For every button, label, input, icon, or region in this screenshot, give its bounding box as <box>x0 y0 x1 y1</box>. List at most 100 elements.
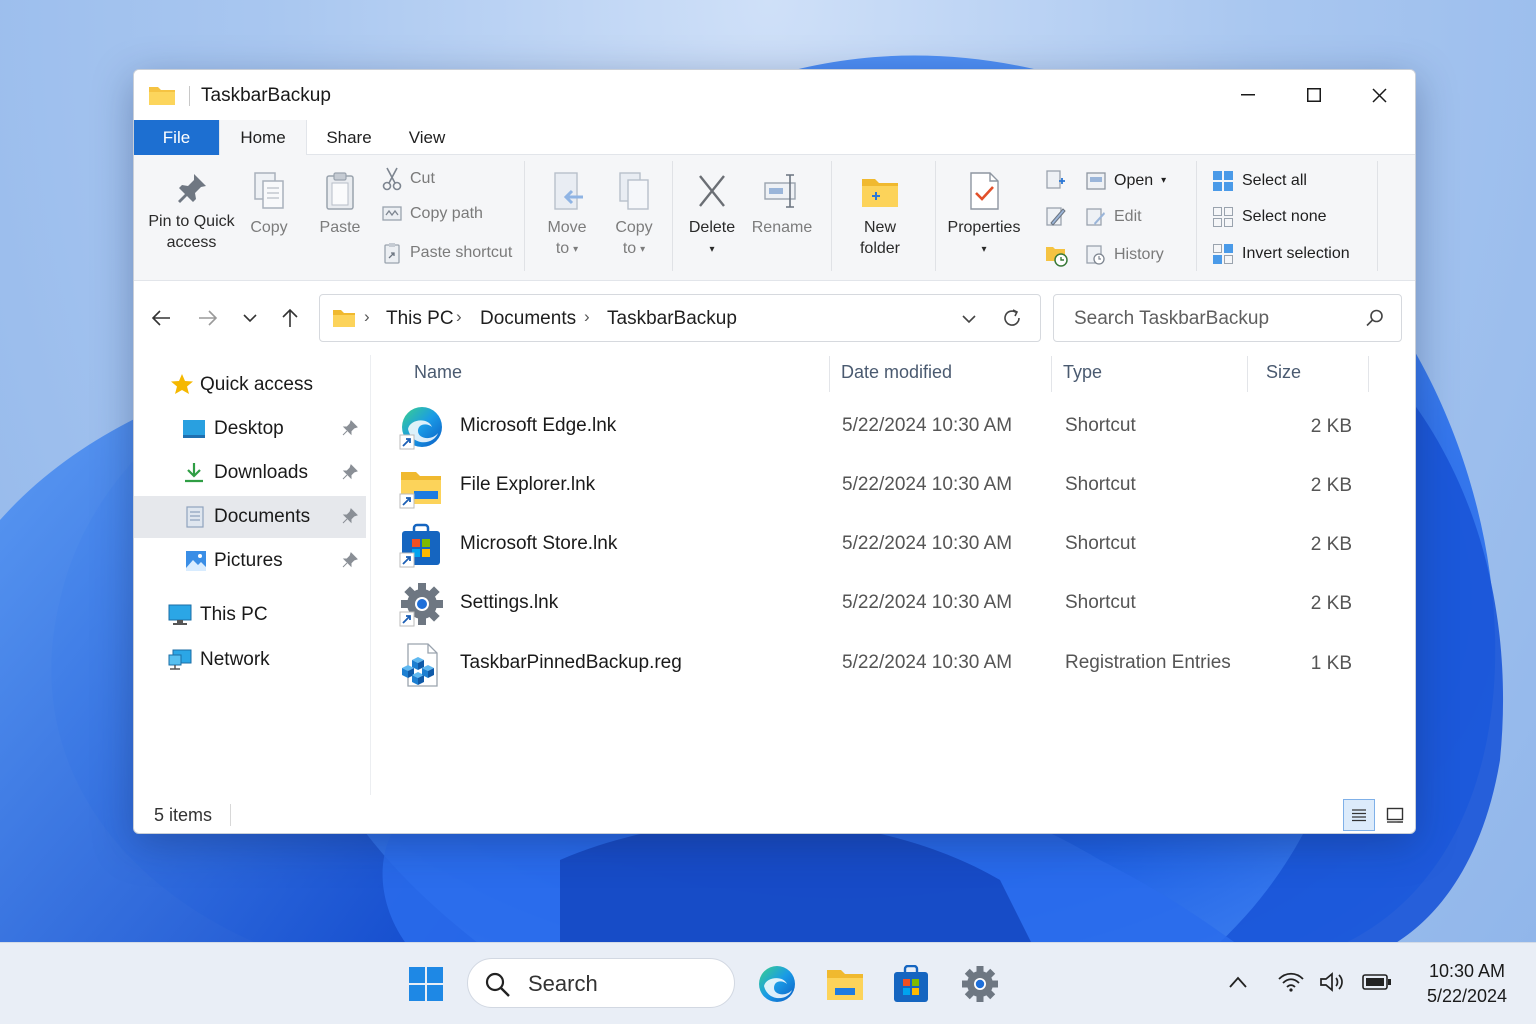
tab-home[interactable]: Home <box>219 120 307 156</box>
nav-label: Pictures <box>214 550 283 571</box>
ribbon-group-separator <box>524 161 525 271</box>
tab-view[interactable]: View <box>392 120 462 155</box>
cut-button[interactable]: Cut <box>382 167 435 191</box>
edit-button[interactable]: Edit <box>1086 207 1142 227</box>
file-row[interactable]: File Explorer.lnk 5/22/2024 10:30 AM Sho… <box>386 457 1386 515</box>
nav-this-pc[interactable]: This PC <box>134 594 366 636</box>
taskbar-clock[interactable]: 10:30 AM 5/22/2024 <box>1412 959 1522 1009</box>
large-icons-view-button[interactable] <box>1379 799 1411 831</box>
paste-shortcut-button[interactable]: Paste shortcut <box>382 242 512 264</box>
monitor-icon <box>168 604 192 625</box>
open-button[interactable]: Open ▾ <box>1086 171 1166 191</box>
file-row[interactable]: Settings.lnk 5/22/2024 10:30 AM Shortcut… <box>386 575 1386 633</box>
nav-documents[interactable]: Documents <box>134 496 366 538</box>
file-size: 2 KB <box>1310 475 1352 496</box>
recent-locations-button[interactable] <box>235 303 265 333</box>
taskbar-store[interactable] <box>889 962 933 1006</box>
taskbar-edge[interactable] <box>755 962 799 1006</box>
refresh-icon[interactable] <box>1002 308 1022 328</box>
store-shortcut-icon <box>399 523 440 568</box>
pin-to-quick-access-button[interactable]: Pin to Quick access <box>144 171 239 253</box>
close-button[interactable] <box>1347 70 1411 120</box>
copy-path-button[interactable]: Copy path <box>382 205 483 223</box>
start-button[interactable] <box>404 962 448 1006</box>
taskbar-settings[interactable] <box>958 962 1002 1006</box>
column-divider[interactable] <box>829 356 830 392</box>
scissors-icon <box>382 167 402 191</box>
nav-network[interactable]: Network <box>134 639 366 681</box>
nav-pictures[interactable]: Pictures <box>134 540 366 582</box>
history-button[interactable]: History <box>1086 244 1164 266</box>
file-row[interactable]: Microsoft Edge.lnk 5/22/2024 10:30 AM Sh… <box>386 398 1386 456</box>
open-icon <box>1086 172 1106 190</box>
invert-selection-label: Invert selection <box>1242 245 1350 262</box>
pin-label-line2: access <box>166 234 217 251</box>
breadcrumb-taskbarbackup[interactable]: TaskbarBackup <box>607 308 737 330</box>
ribbon-tabs: File Home Share View <box>134 120 1415 156</box>
file-date: 5/22/2024 10:30 AM <box>842 592 1013 613</box>
tab-share[interactable]: Share <box>312 120 386 155</box>
new-folder-button[interactable]: New folder <box>846 171 914 259</box>
breadcrumb-documents[interactable]: Documents <box>480 308 576 330</box>
select-all-button[interactable]: Select all <box>1212 170 1307 192</box>
file-date: 5/22/2024 10:30 AM <box>842 533 1013 554</box>
file-size: 2 KB <box>1310 593 1352 614</box>
minimize-button[interactable] <box>1216 70 1280 120</box>
select-none-button[interactable]: Select none <box>1212 206 1327 228</box>
wifi-icon[interactable] <box>1277 971 1305 993</box>
details-view-button[interactable] <box>1343 799 1375 831</box>
arrow-right-icon <box>199 310 218 326</box>
file-row[interactable]: TaskbarPinnedBackup.reg 5/22/2024 10:30 … <box>386 635 1386 693</box>
open-history-icon <box>1046 247 1068 267</box>
file-type: Shortcut <box>1065 474 1136 495</box>
pin-icon <box>177 174 206 203</box>
minimize-icon <box>1241 94 1255 96</box>
column-divider[interactable] <box>1051 356 1052 392</box>
forward-button[interactable] <box>193 303 223 333</box>
copy-button[interactable]: Copy <box>244 171 294 238</box>
back-button[interactable] <box>146 303 176 333</box>
column-header-size[interactable]: Size <box>1266 362 1301 383</box>
column-divider[interactable] <box>1247 356 1248 392</box>
show-hidden-icons-chevron-icon[interactable] <box>1228 975 1248 989</box>
column-header-date-modified[interactable]: Date modified <box>841 362 952 383</box>
up-button[interactable] <box>275 303 305 333</box>
column-header-name[interactable]: Name <box>414 362 462 383</box>
new-item-icon <box>1046 170 1065 189</box>
file-size: 1 KB <box>1310 653 1352 674</box>
battery-icon[interactable] <box>1362 974 1392 990</box>
paste-icon <box>326 172 354 210</box>
taskbar-file-explorer[interactable] <box>823 962 867 1006</box>
search-input[interactable]: Search TaskbarBackup <box>1053 294 1402 342</box>
move-to-button[interactable]: Move to ▾ <box>539 171 595 261</box>
volume-icon[interactable] <box>1319 971 1347 993</box>
pin-label-line1: Pin to Quick <box>148 213 235 230</box>
nav-downloads[interactable]: Downloads <box>134 452 366 494</box>
address-history-chevron-icon[interactable] <box>962 314 976 324</box>
nav-desktop[interactable]: Desktop <box>134 408 366 450</box>
history-icon <box>1086 245 1105 265</box>
file-explorer-icon <box>827 970 863 1000</box>
properties-button[interactable]: Properties ▾ <box>946 171 1022 261</box>
nav-label: Downloads <box>214 462 308 483</box>
taskbar-search[interactable]: Search <box>467 958 735 1008</box>
copy-to-button[interactable]: Copy to ▾ <box>606 171 662 261</box>
file-row[interactable]: Microsoft Store.lnk 5/22/2024 10:30 AM S… <box>386 516 1386 574</box>
copy-to-label-line1: Copy <box>615 219 653 236</box>
nav-quick-access[interactable]: Quick access <box>134 364 366 406</box>
invert-selection-button[interactable]: Invert selection <box>1212 243 1350 265</box>
pane-divider[interactable] <box>370 355 371 795</box>
title-bar[interactable]: TaskbarBackup <box>134 70 1415 120</box>
column-divider[interactable] <box>1368 356 1369 392</box>
ribbon-group-separator <box>935 161 936 271</box>
address-bar[interactable]: › This PC › Documents › TaskbarBackup <box>319 294 1041 342</box>
maximize-button[interactable] <box>1282 70 1346 120</box>
paste-button[interactable]: Paste <box>312 171 368 238</box>
file-date: 5/22/2024 10:30 AM <box>842 652 1013 673</box>
folder-icon <box>333 310 355 327</box>
tab-file[interactable]: File <box>134 120 219 155</box>
breadcrumb-this-pc[interactable]: This PC <box>386 308 454 330</box>
column-header-type[interactable]: Type <box>1063 362 1102 383</box>
rename-button[interactable]: Rename <box>750 171 814 238</box>
delete-button[interactable]: Delete ▾ <box>684 171 740 261</box>
